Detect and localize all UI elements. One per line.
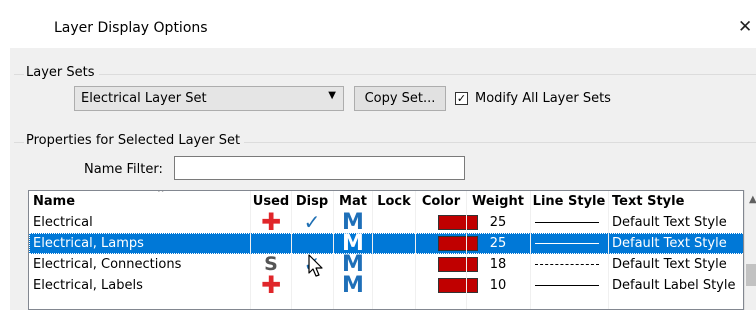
chevron-down-icon: ▼ bbox=[328, 90, 336, 101]
layer-name-cell: Electrical, Connections bbox=[33, 257, 182, 272]
used-plus-icon: ✚ bbox=[260, 275, 282, 296]
table-row[interactable]: Electrical, Labels ✚ M 10 Default Label … bbox=[29, 275, 743, 296]
column-header-color[interactable]: Color bbox=[416, 191, 466, 212]
weight-cell[interactable]: 25 bbox=[467, 233, 529, 254]
column-header-used[interactable]: Used bbox=[251, 191, 291, 212]
close-button[interactable]: ✕ bbox=[738, 14, 756, 40]
used-cell[interactable]: S bbox=[251, 254, 291, 275]
column-divider bbox=[466, 191, 467, 309]
disp-cell[interactable]: ✓ bbox=[292, 212, 332, 233]
used-cell[interactable]: ✚ bbox=[251, 212, 291, 233]
dialog-body: Layer Sets Electrical Layer Set ▼ Copy S… bbox=[10, 48, 756, 310]
modify-all-label: Modify All Layer Sets bbox=[475, 91, 611, 106]
disp-cell[interactable] bbox=[292, 233, 332, 254]
weight-cell[interactable]: 10 bbox=[467, 275, 529, 296]
mouse-cursor-icon bbox=[308, 254, 323, 277]
column-header-disp[interactable]: Disp bbox=[292, 191, 332, 212]
mat-cell[interactable]: M bbox=[334, 233, 372, 254]
table-row[interactable]: Electrical, Connections S ✓ M 18 Default… bbox=[29, 254, 743, 275]
column-header-text-style[interactable]: Text Style bbox=[609, 191, 743, 212]
weight-cell[interactable]: 18 bbox=[467, 254, 529, 275]
column-divider bbox=[608, 191, 609, 309]
checkmark-icon: ✓ bbox=[456, 92, 467, 105]
used-cell[interactable]: ✚ bbox=[251, 275, 291, 296]
lock-cell[interactable] bbox=[373, 233, 415, 254]
text-style-cell[interactable]: Default Text Style bbox=[609, 254, 743, 275]
layer-set-dropdown[interactable]: Electrical Layer Set ▼ bbox=[74, 86, 344, 111]
column-divider bbox=[372, 191, 373, 309]
mat-m-icon: M bbox=[342, 275, 364, 296]
lock-cell[interactable] bbox=[373, 275, 415, 296]
table-row-selected[interactable]: Electrical, Lamps M 25 Default Text Styl… bbox=[29, 233, 743, 254]
sort-up-icon: ^ bbox=[157, 190, 165, 199]
layer-name-cell: Electrical bbox=[33, 215, 93, 230]
text-style-cell[interactable]: Default Label Style bbox=[609, 275, 743, 296]
mat-m-icon: M bbox=[342, 254, 364, 275]
layer-name-cell: Electrical, Lamps bbox=[33, 236, 144, 251]
line-style-solid[interactable] bbox=[535, 243, 599, 244]
layer-table: Name ^ Used Disp Mat Lock Color Weight L… bbox=[28, 190, 744, 310]
text-style-cell[interactable]: Default Text Style bbox=[609, 233, 743, 254]
properties-group-label: Properties for Selected Layer Set bbox=[24, 133, 245, 148]
column-divider bbox=[333, 191, 334, 309]
mat-m-icon: M bbox=[342, 233, 364, 254]
mat-cell[interactable]: M bbox=[334, 254, 372, 275]
scroll-up-arrow-icon[interactable]: ▲ bbox=[749, 194, 756, 205]
column-divider bbox=[250, 191, 251, 309]
disp-cell[interactable] bbox=[292, 275, 332, 296]
column-header-line-style[interactable]: Line Style bbox=[531, 191, 607, 212]
title-bar: Layer Display Options ✕ bbox=[0, 0, 756, 48]
name-filter-input[interactable] bbox=[174, 156, 465, 180]
lock-cell[interactable] bbox=[373, 254, 415, 275]
table-header: Name ^ Used Disp Mat Lock Color Weight L… bbox=[29, 190, 743, 212]
scroll-thumb[interactable] bbox=[746, 264, 756, 286]
used-s-icon: S bbox=[264, 254, 278, 275]
mat-cell[interactable]: M bbox=[334, 212, 372, 233]
layer-sets-group-label: Layer Sets bbox=[24, 65, 99, 80]
line-style-solid[interactable] bbox=[535, 285, 599, 286]
copy-set-button[interactable]: Copy Set... bbox=[354, 86, 446, 111]
modify-all-checkbox[interactable]: ✓ bbox=[455, 92, 468, 105]
used-cell[interactable] bbox=[251, 233, 291, 254]
column-header-lock[interactable]: Lock bbox=[373, 191, 415, 212]
layer-set-selected-value: Electrical Layer Set bbox=[81, 91, 207, 106]
column-divider bbox=[530, 191, 531, 309]
name-filter-label: Name Filter: bbox=[84, 162, 163, 177]
lock-cell[interactable] bbox=[373, 212, 415, 233]
column-header-weight[interactable]: Weight bbox=[467, 191, 529, 212]
window-title: Layer Display Options bbox=[54, 20, 208, 36]
used-plus-icon: ✚ bbox=[260, 212, 282, 233]
mat-cell[interactable]: M bbox=[334, 275, 372, 296]
mat-m-icon: M bbox=[342, 212, 364, 233]
line-style-solid[interactable] bbox=[535, 222, 599, 223]
weight-cell[interactable]: 25 bbox=[467, 212, 529, 233]
text-style-cell[interactable]: Default Text Style bbox=[609, 212, 743, 233]
column-header-name[interactable]: Name bbox=[33, 191, 249, 212]
column-divider bbox=[415, 191, 416, 309]
line-style-dashed[interactable] bbox=[535, 264, 599, 265]
table-vertical-scrollbar[interactable]: ▲ bbox=[744, 190, 756, 310]
layer-name-cell: Electrical, Labels bbox=[33, 278, 143, 293]
column-header-mat[interactable]: Mat bbox=[334, 191, 372, 212]
column-divider bbox=[291, 191, 292, 309]
table-row[interactable]: Electrical ✚ ✓ M 25 Default Text Style bbox=[29, 212, 743, 233]
check-icon: ✓ bbox=[303, 212, 321, 233]
